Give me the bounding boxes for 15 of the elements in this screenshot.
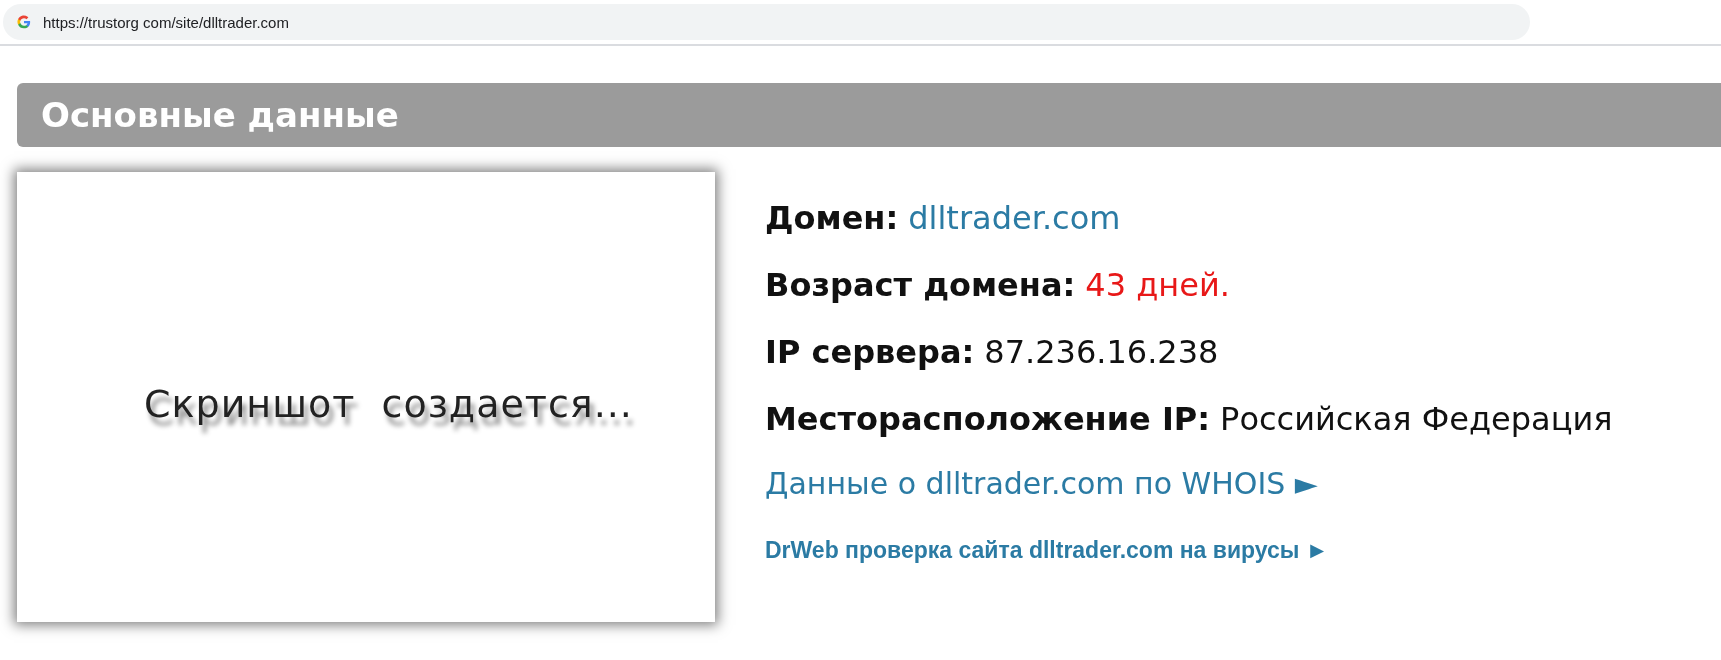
domain-link[interactable]: dlltrader.com	[908, 198, 1121, 237]
section-title: Основные данные	[41, 95, 399, 135]
info-value: 87.236.16.238	[984, 332, 1219, 371]
url-text[interactable]: https://trustorg com/site/dlltrader.com	[43, 13, 289, 31]
info-label: Месторасположение IP:	[765, 399, 1211, 438]
google-icon	[17, 15, 31, 29]
report-link[interactable]: DrWeb проверка сайта dlltrader.com на вирусы ►	[765, 537, 1329, 564]
address-bar[interactable]: https://trustorg com/site/dlltrader.com	[3, 4, 1530, 40]
info-value: Российская Федерация	[1220, 399, 1613, 438]
info-value: 43 дней.	[1085, 265, 1230, 304]
info-label: Возраст домена:	[765, 265, 1076, 304]
info-label: IP сервера:	[765, 332, 975, 371]
preview-caption: Скриншот создается...	[144, 382, 633, 426]
info-label: Домен:	[765, 198, 899, 237]
report-link[interactable]: Данные о dlltrader.com по WHOIS ►	[765, 466, 1318, 501]
